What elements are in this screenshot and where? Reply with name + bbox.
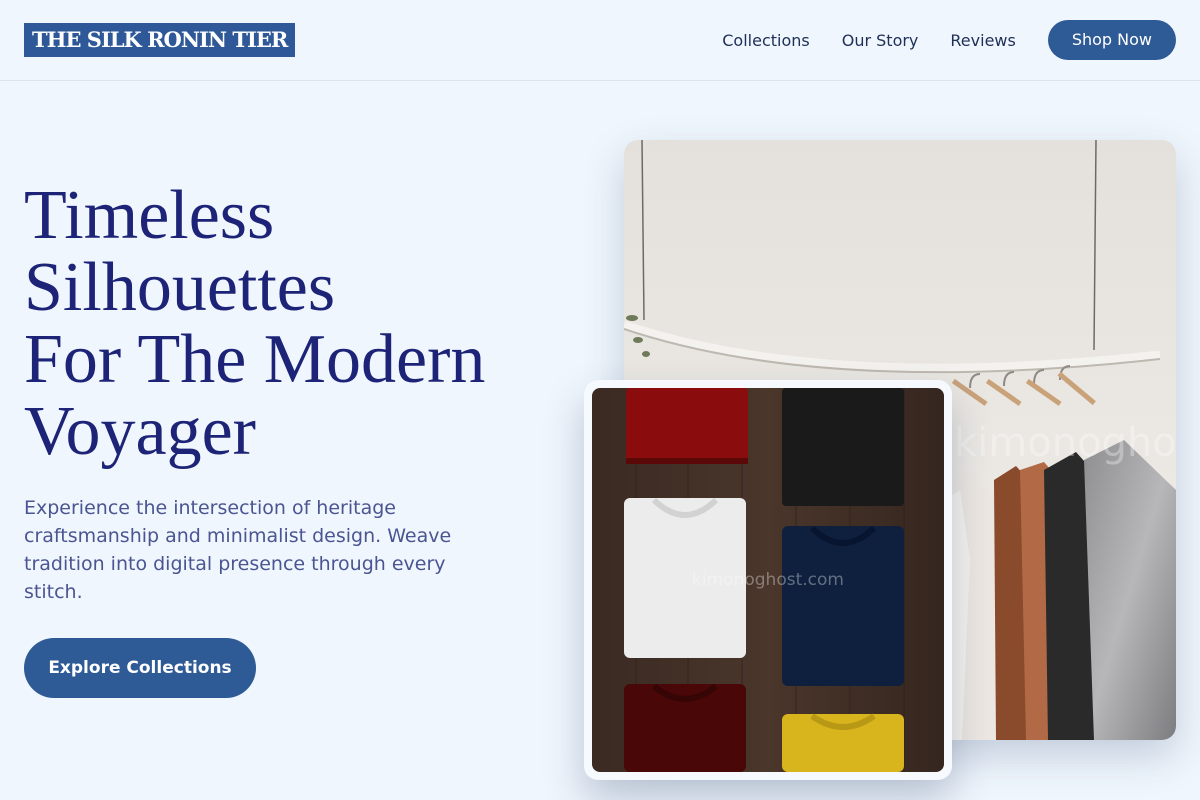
- shop-now-button[interactable]: Shop Now: [1047, 20, 1176, 60]
- hero-title-line: Timeless: [24, 177, 275, 254]
- folded-shirts-image: kimonoghost.com: [592, 388, 944, 772]
- nav-link-collections[interactable]: Collections: [722, 31, 809, 50]
- site-header: THE SILK RONIN TIER Collections Our Stor…: [0, 0, 1200, 81]
- hero-title-line: Silhouettes: [24, 249, 336, 326]
- hero-title: Timeless Silhouettes For The Modern Voya…: [24, 180, 584, 468]
- hero-description: Experience the intersection of heritage …: [24, 497, 452, 603]
- main-nav: Collections Our Story Reviews Shop Now: [722, 20, 1176, 60]
- hero-title-line: For The Modern: [24, 321, 486, 398]
- brand-logo[interactable]: THE SILK RONIN TIER: [24, 23, 296, 57]
- rack-watermark: kimonoghost.com: [954, 420, 1176, 466]
- shirts-watermark: kimonoghost.com: [692, 570, 844, 590]
- folded-shirts-card: kimonoghost.com: [584, 380, 952, 780]
- explore-collections-button[interactable]: Explore Collections: [24, 638, 256, 698]
- hero-title-line: Voyager: [24, 393, 256, 470]
- nav-link-reviews[interactable]: Reviews: [950, 31, 1015, 50]
- nav-link-our-story[interactable]: Our Story: [842, 31, 919, 50]
